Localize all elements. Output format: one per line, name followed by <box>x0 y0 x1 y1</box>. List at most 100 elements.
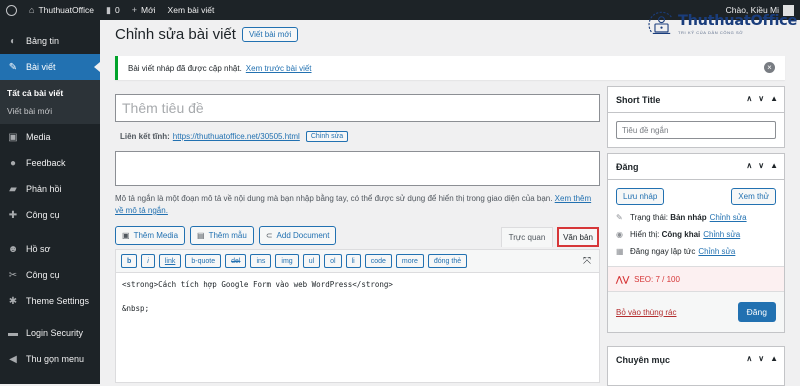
sidebar-item-dashboard[interactable]: ◐ Bảng tin <box>0 28 100 54</box>
add-template-label: Thêm mẫu <box>208 230 247 240</box>
new-label: Mới <box>141 5 156 15</box>
qt-link-button[interactable]: link <box>158 254 182 268</box>
qt-code-button[interactable]: code <box>364 254 392 268</box>
new-content-link[interactable]: + Mới <box>126 0 162 20</box>
qt-italic-button[interactable]: i <box>141 254 155 268</box>
sidebar-item-tools-1[interactable]: ✚ Công cụ <box>0 202 100 228</box>
home-icon: ⌂ <box>29 5 35 15</box>
gear-icon: ✱ <box>8 295 18 307</box>
dismiss-notice-icon[interactable]: × <box>764 62 775 73</box>
qt-li-button[interactable]: li <box>345 254 361 268</box>
sidebar-item-tools-2[interactable]: ✂ Công cụ <box>0 262 100 288</box>
sidebar-item-label: Phản hồi <box>26 184 62 194</box>
sidebar-item-feedback[interactable]: ● Feedback <box>0 150 100 176</box>
sidebar-item-theme-settings[interactable]: ✱ Theme Settings <box>0 288 100 314</box>
qt-more-button[interactable]: more <box>395 254 424 268</box>
sidebar-item-posts[interactable]: ✎ Bài viết <box>0 54 100 80</box>
wp-logo-button[interactable] <box>0 0 23 20</box>
qt-img-button[interactable]: img <box>275 254 299 268</box>
tab-visual[interactable]: Trực quan <box>501 227 553 247</box>
move-up-icon[interactable]: ∧ <box>746 161 752 170</box>
sidebar-item-label: Theme Settings <box>26 296 90 306</box>
fullscreen-icon[interactable]: ⤧ <box>583 256 591 267</box>
collapse-toggle-icon[interactable]: ▲ <box>770 94 778 103</box>
status-label: Trạng thái: <box>630 213 668 222</box>
edit-visibility-link[interactable]: Chỉnh sửa <box>703 230 740 239</box>
submenu-new-post[interactable]: Viết bài mới <box>0 102 100 120</box>
collapse-toggle-icon[interactable]: ▲ <box>770 161 778 170</box>
template-icon: ▤ <box>197 230 205 240</box>
media-icon: ▣ <box>122 230 130 240</box>
sidebar-item-label: Feedback <box>26 158 66 168</box>
sidebar-collapse[interactable]: ◀ Thu gọn menu <box>0 346 100 372</box>
view-post-link[interactable]: Xem bài viết <box>162 0 221 20</box>
collapse-toggle-icon[interactable]: ▲ <box>770 354 778 363</box>
qt-ins-button[interactable]: ins <box>250 254 272 268</box>
qt-close-tags-button[interactable]: đóng thẻ <box>427 254 468 268</box>
move-down-icon[interactable]: ∨ <box>758 94 764 103</box>
sidebar-item-login-security[interactable]: ▬ Login Security <box>0 320 100 346</box>
quicktags-toolbar: b i link b-quote del ins img ul ol li co… <box>115 249 600 273</box>
sidebar-item-label: Thu gọn menu <box>26 354 85 364</box>
permalink-label: Liên kết tĩnh: <box>120 131 170 141</box>
post-title-input[interactable]: Thêm tiêu đề <box>115 94 600 122</box>
add-document-button[interactable]: ⊂ Add Document <box>258 225 337 245</box>
seo-score: ⋀⋁ SEO: 7 / 100 <box>608 266 784 292</box>
content-textarea[interactable]: <strong>Cách tích hợp Google Form vào we… <box>115 273 600 383</box>
edit-status-link[interactable]: Chỉnh sửa <box>710 213 747 222</box>
sidebar-item-label: Hồ sơ <box>26 244 51 254</box>
excerpt-textarea[interactable] <box>115 151 600 186</box>
tab-text[interactable]: Văn bản <box>557 227 599 247</box>
short-title-heading: Short Title <box>616 94 661 105</box>
move-up-icon[interactable]: ∧ <box>746 94 752 103</box>
sidebar-item-media[interactable]: ▣ Media <box>0 124 100 150</box>
preview-button[interactable]: Xem thử <box>731 188 776 205</box>
permalink-edit-button[interactable]: Chỉnh sửa <box>305 130 349 142</box>
sidebar-item-label: Media <box>26 132 51 142</box>
comments-link[interactable]: ▮ 0 <box>100 0 126 20</box>
publish-header[interactable]: Đăng ∧ ∨ ▲ <box>608 154 784 180</box>
short-title-header[interactable]: Short Title ∧ ∨ ▲ <box>608 87 784 113</box>
permalink-url[interactable]: https://thuthuatoffice.net/30505.html <box>173 132 300 141</box>
add-template-button[interactable]: ▤ Thêm mẫu <box>190 225 254 245</box>
status-value: Bản nháp <box>670 213 707 222</box>
add-media-button[interactable]: ▣ Thêm Media <box>115 225 186 245</box>
qt-ul-button[interactable]: ul <box>302 254 321 268</box>
qt-blockquote-button[interactable]: b-quote <box>185 254 222 268</box>
qt-del-button[interactable]: del <box>225 254 247 268</box>
comments-count: 0 <box>115 5 120 15</box>
save-draft-button[interactable]: Lưu nháp <box>616 188 665 205</box>
eye-icon: ◉ <box>616 230 623 239</box>
permalink-row: Liên kết tĩnh: https://thuthuatoffice.ne… <box>115 128 600 144</box>
new-post-button[interactable]: Viết bài mới <box>241 26 299 42</box>
preview-post-link[interactable]: Xem trước bài viết <box>246 64 312 73</box>
site-name-link[interactable]: ⌂ ThuthuatOffice <box>23 0 100 20</box>
category-header[interactable]: Chuyên mục ∧ ∨ ▲ <box>608 347 784 373</box>
shield-icon: ▬ <box>8 327 18 339</box>
user-icon: ☻ <box>7 243 19 255</box>
edit-schedule-link[interactable]: Chỉnh sửa <box>698 247 735 256</box>
add-document-label: Add Document <box>276 230 330 240</box>
move-up-icon[interactable]: ∧ <box>746 354 752 363</box>
wordpress-icon <box>6 4 17 16</box>
status-row: ✎ Trạng thái: Bản nháp Chỉnh sửa <box>608 209 784 226</box>
publish-button[interactable]: Đăng <box>737 302 776 322</box>
site-name-label: ThuthuatOffice <box>38 5 95 15</box>
schedule-label: Đăng ngay lập tức <box>630 247 696 256</box>
posts-submenu: Tất cả bài viết Viết bài mới <box>0 80 100 124</box>
plus-icon: + <box>131 5 137 15</box>
sidebar-item-profile[interactable]: ☻ Hồ sơ <box>0 236 100 262</box>
qt-ol-button[interactable]: ol <box>324 254 342 268</box>
move-down-icon[interactable]: ∨ <box>758 161 764 170</box>
short-title-input[interactable]: Tiêu đề ngắn <box>616 121 776 139</box>
move-down-icon[interactable]: ∨ <box>758 354 764 363</box>
move-to-trash-link[interactable]: Bỏ vào thùng rác <box>616 308 676 317</box>
sidebar-item-label: Login Security <box>26 328 84 338</box>
category-heading: Chuyên mục <box>616 355 671 365</box>
schedule-row: ▦ Đăng ngay lập tức Chỉnh sửa <box>608 243 784 260</box>
submenu-all-posts[interactable]: Tất cả bài viết <box>0 84 100 102</box>
sidebar-item-comments[interactable]: ▰ Phản hồi <box>0 176 100 202</box>
qt-bold-button[interactable]: b <box>121 254 138 268</box>
visibility-value: Công khai <box>661 230 701 239</box>
notice-text: Bài viết nháp đã được cập nhật. <box>128 63 242 73</box>
